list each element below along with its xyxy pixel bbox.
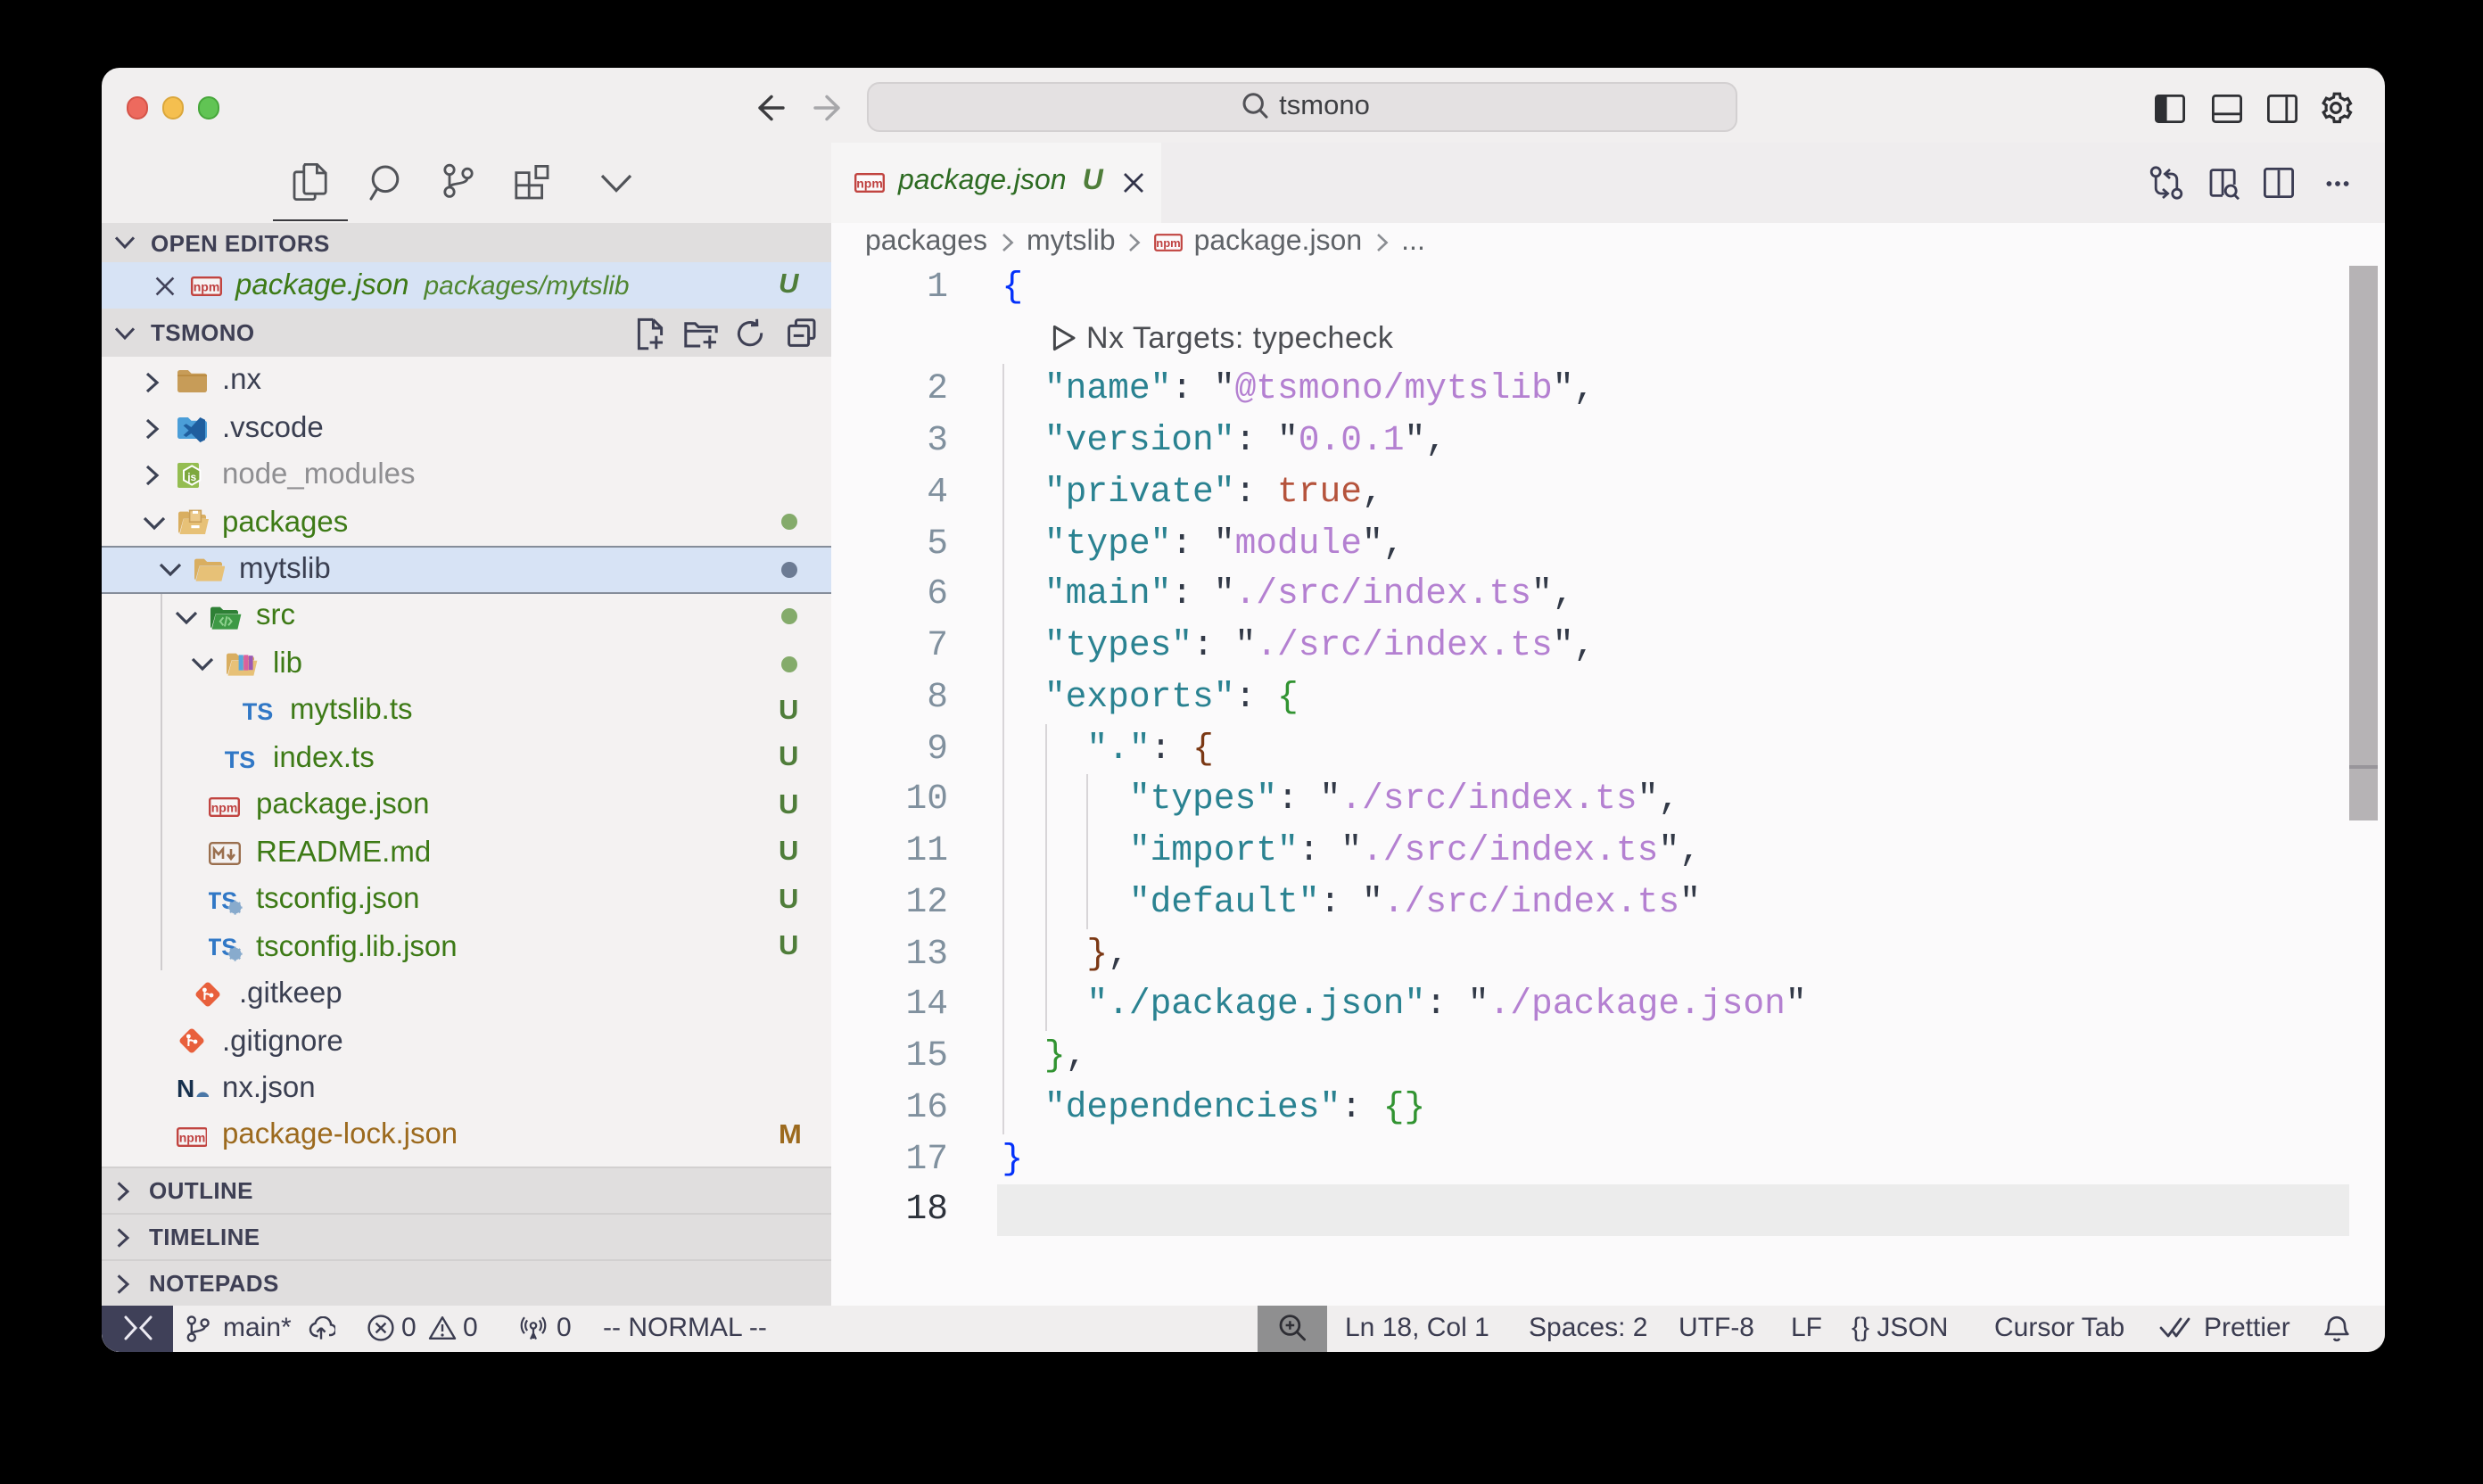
svg-text:npm: npm [855,176,882,190]
svg-text:js: js [186,471,195,483]
svg-text:TS: TS [242,698,272,724]
svg-text:npm: npm [194,279,220,293]
svg-text:npm: npm [211,799,238,813]
svg-text:npm: npm [178,1130,205,1144]
svg-text:N: N [176,1076,194,1101]
svg-text:npm: npm [1157,235,1181,249]
svg-text:TS: TS [225,746,255,771]
